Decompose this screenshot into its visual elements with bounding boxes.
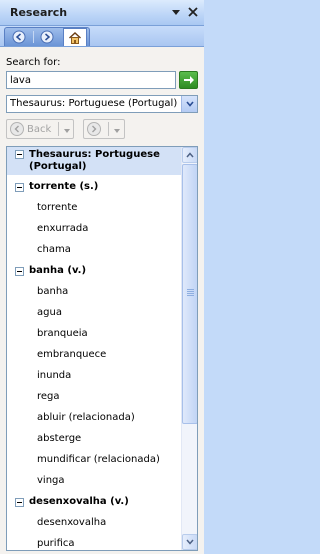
result-item[interactable]: enxurrada (37, 223, 88, 234)
chevron-down-icon[interactable] (181, 96, 197, 112)
result-group-heading[interactable]: desenxovalha (v.) (29, 496, 129, 507)
grip-line (187, 291, 194, 292)
pane-options-dropdown-icon[interactable] (170, 6, 182, 18)
grip-line (187, 289, 194, 290)
result-item[interactable]: mundificar (relacionada) (37, 454, 160, 465)
results-list: Thesaurus: Portuguese (Portugal) torrent… (6, 146, 198, 551)
search-input[interactable] (6, 71, 176, 89)
result-item[interactable]: desenxovalha (37, 517, 106, 528)
back-dropdown-separator (58, 122, 59, 136)
forward-dropdown-separator (108, 122, 109, 136)
grip-line (187, 295, 194, 296)
forward-arrow-icon (87, 122, 101, 136)
result-item[interactable]: inunda (37, 370, 71, 381)
pane-home-button[interactable] (63, 28, 87, 46)
result-group-heading[interactable]: banha (v.) (29, 265, 86, 276)
scroll-down-icon[interactable] (182, 534, 197, 550)
collapse-toggle-icon[interactable] (15, 150, 24, 159)
result-item[interactable]: purifica (37, 538, 75, 549)
back-dropdown-icon[interactable] (63, 126, 71, 137)
reference-source-value: Thesaurus: Portuguese (Portugal) (10, 98, 178, 109)
result-item[interactable]: embranquece (37, 349, 106, 360)
pane-navigation-group (4, 27, 90, 46)
result-item[interactable]: banha (37, 286, 68, 297)
result-item[interactable]: rega (37, 391, 60, 402)
result-group-heading[interactable]: torrente (s.) (29, 181, 98, 192)
back-button-label: Back (27, 123, 52, 135)
result-item[interactable]: abluir (relacionada) (37, 412, 135, 423)
close-pane-icon[interactable] (187, 6, 199, 18)
results-source-header[interactable]: Thesaurus: Portuguese (Portugal) (7, 147, 181, 175)
reference-source-select[interactable]: Thesaurus: Portuguese (Portugal) (6, 95, 198, 113)
scroll-up-icon[interactable] (182, 147, 197, 163)
back-arrow-icon (10, 122, 24, 136)
nav-separator (33, 31, 34, 43)
arrow-right-icon (183, 76, 194, 84)
pane-title-bar: Research (0, 0, 204, 26)
pane-navigation-bar (0, 26, 204, 46)
start-searching-button[interactable] (179, 71, 198, 89)
forward-dropdown-icon[interactable] (113, 126, 121, 137)
results-source-title: Thesaurus: Portuguese (Portugal) (29, 149, 160, 172)
collapse-toggle-icon[interactable] (15, 267, 24, 276)
pane-forward-button[interactable] (35, 29, 59, 45)
circle-arrow-left-icon (12, 30, 26, 44)
result-item[interactable]: branqueia (37, 328, 88, 339)
result-item[interactable]: absterge (37, 433, 81, 444)
grip-line (187, 293, 194, 294)
collapse-toggle-icon[interactable] (15, 498, 24, 507)
result-item[interactable]: vinga (37, 475, 65, 486)
result-item[interactable]: torrente (37, 202, 77, 213)
results-scrollbar[interactable] (181, 147, 197, 550)
pane-title: Research (10, 6, 68, 19)
home-icon (69, 31, 81, 44)
back-button[interactable]: Back (6, 119, 74, 139)
circle-arrow-right-icon (40, 30, 54, 44)
search-for-label: Search for: (6, 57, 61, 68)
scrollbar-thumb[interactable] (182, 164, 197, 424)
history-navigation: Back (6, 119, 198, 141)
pane-back-button[interactable] (7, 29, 31, 45)
forward-button[interactable] (83, 119, 125, 139)
result-item[interactable]: agua (37, 307, 62, 318)
collapse-toggle-icon[interactable] (15, 183, 24, 192)
research-panel: Search for: Thesaurus: Portuguese (Portu… (0, 46, 204, 554)
result-item[interactable]: chama (37, 244, 71, 255)
